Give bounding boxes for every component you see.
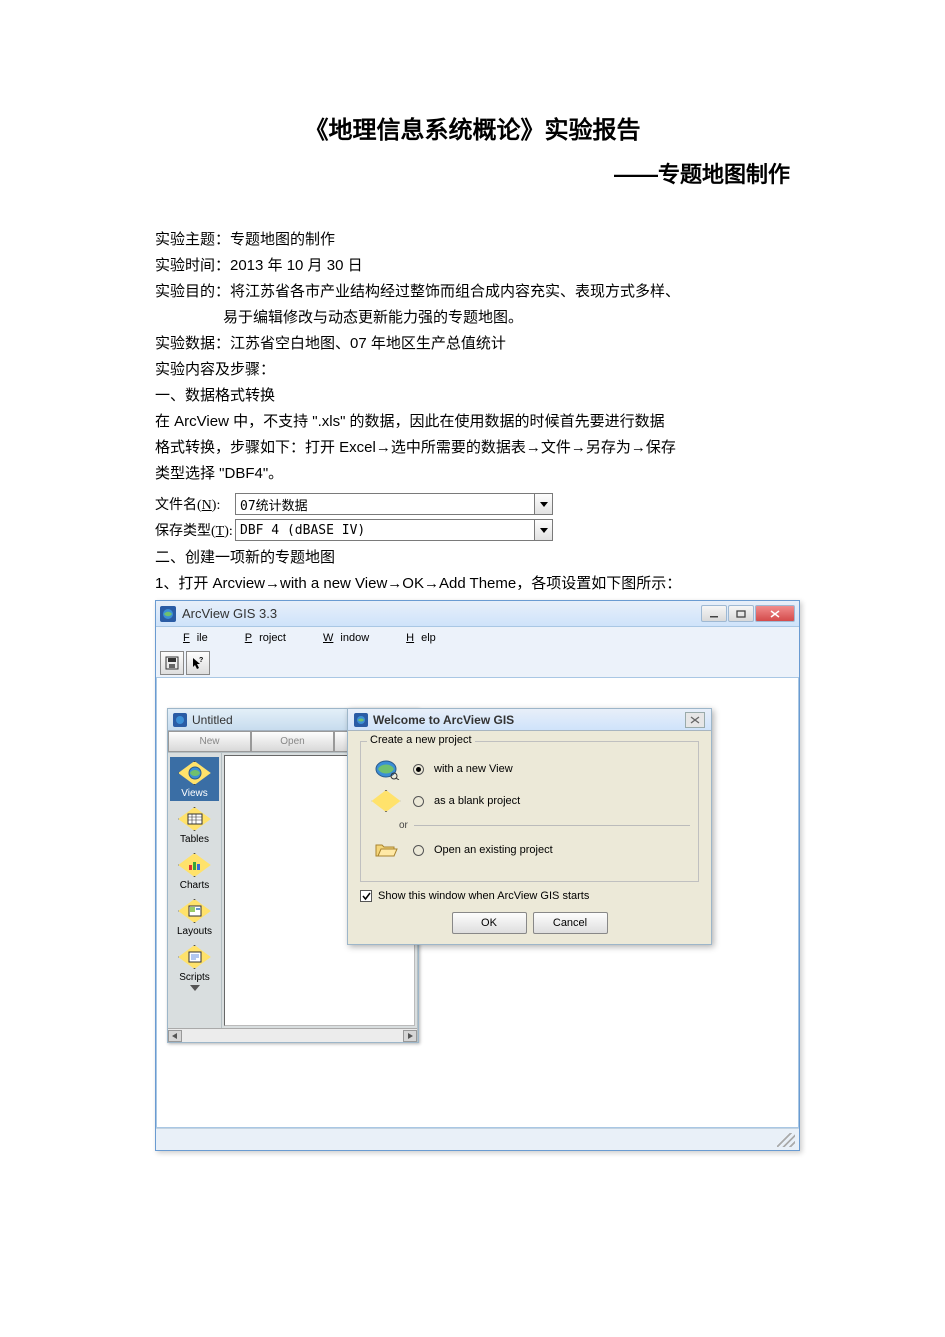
project-scrollbar[interactable] [168,1028,417,1042]
resize-grip-icon[interactable] [777,1133,795,1147]
arcview-window: ArcView GIS 3.3 File Project Window Help… [155,600,800,1151]
docicon-tables[interactable]: Tables [170,803,219,847]
project-window-title: Untitled [192,713,233,727]
line-steps: 实验内容及步骤： [155,357,790,383]
savetype-dropdown[interactable] [535,519,553,541]
minimize-button[interactable] [701,605,727,622]
option-open-label: Open an existing project [434,844,553,856]
docicon-tables-label: Tables [180,834,209,845]
option-blank-row[interactable]: as a blank project [369,788,690,814]
project-window-icon [173,713,187,727]
open-folder-icon [369,837,403,863]
save-as-panel: 文件名(N): 07统计数据 保存类型(T): DBF 4 (dBASE IV) [155,493,790,541]
radio-blank[interactable] [413,796,424,807]
globe-icon [369,756,403,782]
menu-project[interactable]: Project [224,630,300,646]
docicon-scripts-label: Scripts [179,972,210,983]
docicon-charts-label: Charts [180,880,209,891]
welcome-dialog: Welcome to ArcView GIS Create a new proj… [347,708,712,945]
doc-body: 实验主题：专题地图的制作 实验时间：2013 年 10 月 30 日 实验目的：… [155,227,790,487]
arcview-titlebar: ArcView GIS 3.3 [156,601,799,627]
line-subject: 实验主题：专题地图的制作 [155,227,790,253]
savetype-input[interactable]: DBF 4 (dBASE IV) [235,519,535,541]
docicon-charts[interactable]: Charts [170,849,219,893]
welcome-dialog-buttons: OK Cancel [360,912,699,934]
arcview-statusbar [156,1128,799,1150]
arcview-toolbar: ? [156,648,799,678]
svg-text:?: ? [199,657,203,664]
docicon-layouts[interactable]: Layouts [170,895,219,939]
show-on-start-label: Show this window when ArcView GIS starts [378,890,589,902]
option-blank-label: as a blank project [434,795,520,807]
welcome-close-button[interactable] [685,712,705,728]
help-pointer-tool-icon[interactable]: ? [186,651,210,675]
filename-label: 文件名(N): [155,494,235,514]
maximize-button[interactable] [728,605,754,622]
menu-window[interactable]: Window [302,630,383,646]
radio-open[interactable] [413,845,424,856]
line-goal-b: 易于编辑修改与动态更新能力强的专题地图。 [155,305,790,331]
section-1-heading: 一、数据格式转换 [155,383,790,409]
filename-row: 文件名(N): 07统计数据 [155,493,790,515]
para-1a: 在 ArcView 中，不支持 ".xls" 的数据，因此在使用数据的时候首先要… [155,409,790,435]
para-1b: 格式转换，步骤如下：打开 Excel→选中所需要的数据表→文件→另存为→保存 [155,435,790,461]
line-data: 实验数据：江苏省空白地图、07 年地区生产总值统计 [155,331,790,357]
doc-title: 《地理信息系统概论》实验报告 [155,110,790,145]
cancel-button[interactable]: Cancel [533,912,608,934]
or-separator: or [399,820,690,831]
welcome-app-icon [354,713,368,727]
savetype-label: 保存类型(T): [155,520,235,540]
welcome-titlebar: Welcome to ArcView GIS [348,709,711,731]
savetype-row: 保存类型(T): DBF 4 (dBASE IV) [155,519,790,541]
line-goal-a: 实验目的：将江苏省各市产业结构经过整饰而组合成内容充实、表现方式多样、 [155,279,790,305]
project-open-button[interactable]: Open [251,731,334,752]
option-open-row[interactable]: Open an existing project [369,837,690,863]
save-tool-icon[interactable] [160,651,184,675]
section-2-heading: 二、创建一项新的专题地图 [155,545,790,571]
option-new-view-label: with a new View [434,763,513,775]
arcview-mdi-client: Untitled New Open Add [156,678,799,1128]
window-controls [701,605,795,622]
create-project-fieldset: Create a new project with a new View [360,741,699,882]
chevron-down-icon [190,985,200,991]
separator-line [414,825,690,826]
doc-body-2: 二、创建一项新的专题地图 1、打开 Arcview→with a new Vie… [155,545,790,597]
para-1c: 类型选择 "DBF4"。 [155,461,790,487]
line-date: 实验时间：2013 年 10 月 30 日 [155,253,790,279]
welcome-body: Create a new project with a new View [348,731,711,944]
arcview-title-text: ArcView GIS 3.3 [182,606,701,621]
radio-new-view[interactable] [413,764,424,775]
docicon-views-label: Views [181,788,208,799]
filename-dropdown[interactable] [535,493,553,515]
filename-input[interactable]: 07统计数据 [235,493,535,515]
menu-file[interactable]: File [162,630,222,646]
project-new-button[interactable]: New [168,731,251,752]
scroll-right-icon[interactable] [403,1030,417,1042]
show-on-start-checkbox[interactable] [360,890,372,902]
welcome-title-text: Welcome to ArcView GIS [373,713,685,727]
docicon-views[interactable]: Views [170,757,219,801]
scroll-left-icon[interactable] [168,1030,182,1042]
option-new-view-row[interactable]: with a new View [369,756,690,782]
menu-help[interactable]: Help [385,630,450,646]
arcview-menubar: File Project Window Help [156,627,799,648]
show-on-start-row[interactable]: Show this window when ArcView GIS starts [360,890,699,902]
create-project-legend: Create a new project [367,734,475,746]
docicon-scripts[interactable]: Scripts [170,941,219,993]
close-button[interactable] [755,605,795,622]
doc-subtitle: ——专题地图制作 [155,157,790,189]
ok-button[interactable]: OK [452,912,527,934]
para-2: 1、打开 Arcview→with a new View→OK→Add Them… [155,571,790,597]
blank-project-icon [369,788,403,814]
arcview-app-icon [160,606,176,622]
docicon-layouts-label: Layouts [177,926,212,937]
